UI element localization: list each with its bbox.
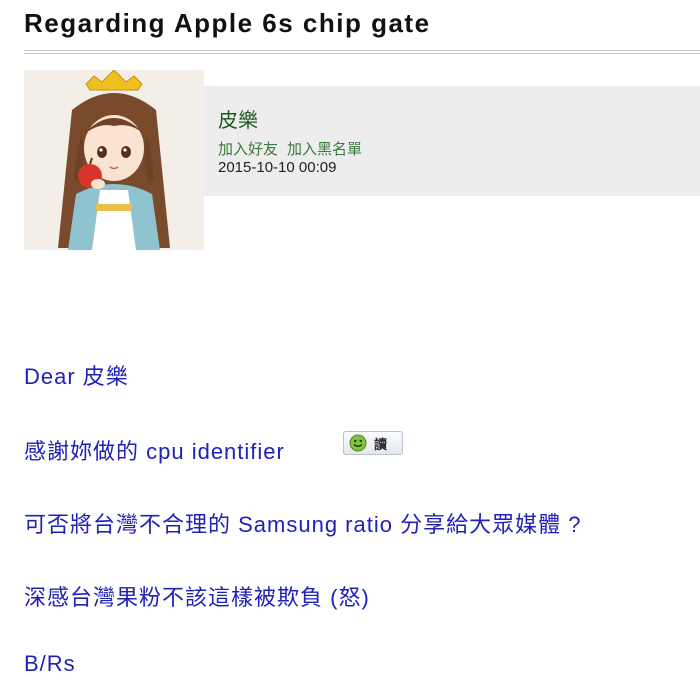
- read-badge-label: 讀: [374, 437, 388, 452]
- body-line-thanks: 感謝妳做的 cpu identifier: [24, 439, 285, 464]
- body-line-complaint: 深感台灣果粉不該這樣被欺負 (怒): [24, 585, 370, 610]
- avatar-illustration: [24, 70, 204, 250]
- post-date: 2015-10-10 00:09: [218, 159, 337, 176]
- body-line-request: 可否將台灣不合理的 Samsung ratio 分享給大眾媒體 ?: [24, 512, 582, 537]
- post-title: Regarding Apple 6s chip gate: [24, 8, 431, 38]
- author-avatar[interactable]: [24, 70, 204, 250]
- post-page: Regarding Apple 6s chip gate 皮樂 加入好友 加入黑…: [0, 0, 700, 698]
- add-friend-link[interactable]: 加入好友: [218, 138, 278, 159]
- title-divider: [24, 50, 700, 54]
- add-blacklist-link[interactable]: 加入黑名單: [287, 138, 362, 159]
- body-line-signoff: B/Rs: [24, 651, 76, 676]
- read-badge-button[interactable]: 讀: [343, 431, 403, 455]
- smiley-face-icon: [349, 434, 367, 452]
- body-line-greeting: Dear 皮樂: [24, 364, 129, 389]
- author-info-panel: [204, 86, 700, 196]
- author-name[interactable]: 皮樂: [218, 104, 258, 133]
